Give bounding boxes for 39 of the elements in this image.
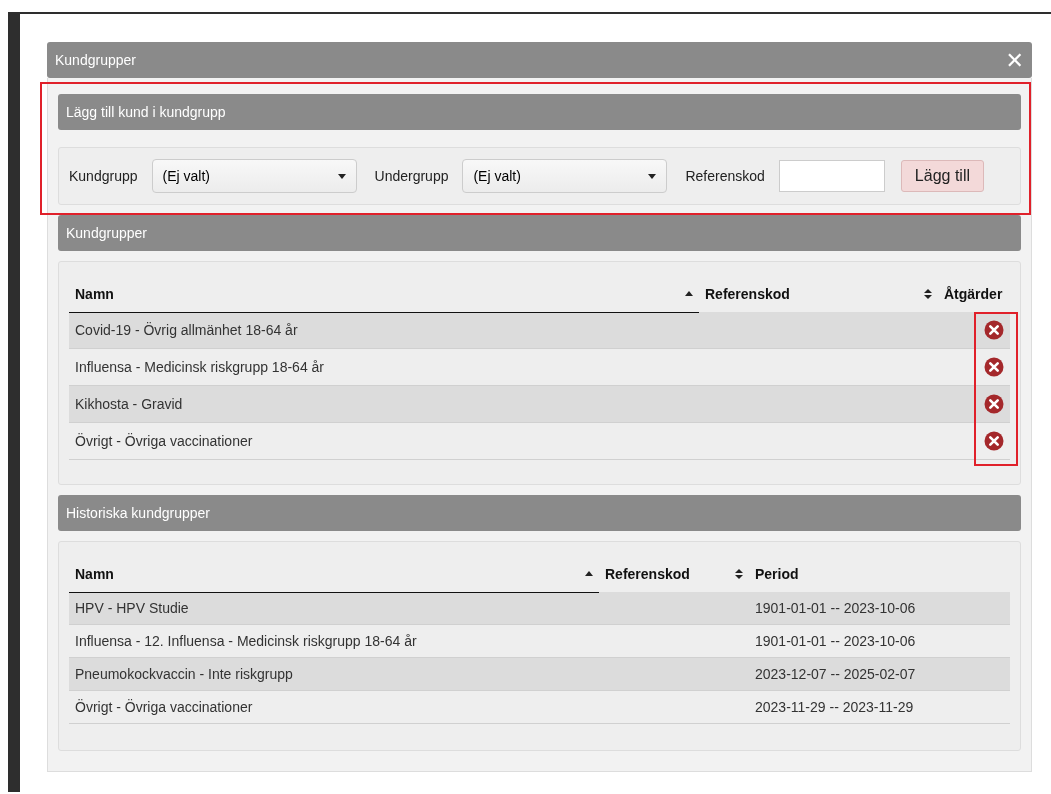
dialog-title: Kundgrupper	[55, 52, 136, 68]
field-label: Referenskod	[685, 168, 765, 184]
remove-icon[interactable]	[984, 320, 1004, 340]
caret-icon	[648, 173, 657, 179]
table-cell-text: Kikhosta - Gravid	[74, 396, 184, 412]
column-header[interactable]: Referenskod	[705, 286, 790, 302]
dropdown[interactable]: (Ej valt)	[462, 159, 668, 193]
caret-icon	[337, 173, 346, 179]
field-label: Undergrupp	[374, 168, 449, 184]
dropdown[interactable]: (Ej valt)	[151, 159, 357, 193]
remove-icon[interactable]	[984, 431, 1004, 451]
section-title: Lägg till kund i kundgrupp	[66, 104, 226, 120]
table-cell-text: Covid-19 - Övrig allmänhet 18-64 år	[74, 322, 299, 338]
column-header[interactable]: Referenskod	[605, 566, 690, 582]
column-header[interactable]: Namn	[75, 285, 114, 302]
add-button[interactable]: Lägg till	[900, 160, 984, 192]
table-cell-text: 1901-01-01 -- 2023-10-06	[754, 633, 917, 649]
table-cell-text: Influensa - 12. Influensa - Medicinsk riskgrupp 18-64 år	[74, 633, 418, 649]
table-cell-text: 2023-12-07 -- 2025-02-07	[754, 666, 917, 682]
table-cell-text: Pneumokockvaccin - Inte riskgrupp	[74, 666, 294, 682]
remove-icon[interactable]	[984, 357, 1004, 377]
table-cell-text: 2023-11-29 -- 2023-11-29	[754, 699, 915, 715]
table-cell-text: 1901-01-01 -- 2023-10-06	[754, 600, 917, 616]
sort-icon[interactable]	[735, 569, 743, 579]
sort-icon[interactable]	[924, 289, 932, 299]
table-cell-text: HPV - HPV Studie	[74, 600, 190, 616]
section-title: Kundgrupper	[66, 225, 147, 241]
table-cell-text: Övrigt - Övriga vaccinationer	[74, 433, 254, 449]
table-cell-text: Influensa - Medicinsk riskgrupp 18-64 år	[74, 359, 325, 375]
sort-ascending-icon[interactable]	[585, 571, 593, 576]
column-header: Åtgärder	[944, 286, 1003, 302]
table-cell-text: Övrigt - Övriga vaccinationer	[74, 699, 254, 715]
column-header: Period	[755, 566, 799, 582]
section-title: Historiska kundgrupper	[66, 505, 210, 521]
column-header[interactable]: Namn	[75, 565, 114, 582]
remove-icon[interactable]	[984, 394, 1004, 414]
field-label: Kundgrupp	[69, 168, 138, 184]
sort-ascending-icon[interactable]	[685, 291, 693, 296]
input-field[interactable]	[778, 160, 885, 192]
